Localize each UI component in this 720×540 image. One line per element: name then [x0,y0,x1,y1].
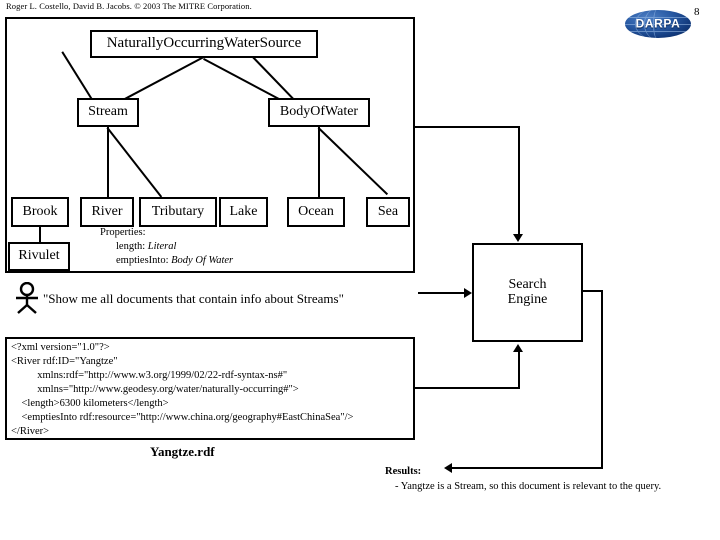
node-rivulet[interactable]: Rivulet [8,242,70,271]
node-river[interactable]: River [80,197,134,227]
results-label: Results: [385,466,422,477]
slide-canvas: Roger L. Costello, David B. Jacobs. © 20… [0,0,720,540]
edge-bodyofwater-ocean [318,127,320,197]
node-label: Ocean [298,203,334,219]
node-naturally-occurring-water-source[interactable]: NaturallyOccurringWaterSource [90,30,318,58]
xml-line: <?xml version="1.0"?> [11,342,110,353]
connector-ontology-right [415,126,520,128]
edge-brook-rivulet [39,226,41,243]
search-engine-box[interactable]: Search Engine [472,243,583,342]
connector-rdf-up [518,352,520,388]
arrowhead-query-to-search [464,288,472,298]
node-brook[interactable]: Brook [11,197,69,227]
property-value: Literal [147,240,177,252]
node-label: Brook [22,203,58,219]
connector-rdf-right [415,387,520,389]
node-lake[interactable]: Lake [219,197,268,227]
properties-block: Properties: length: Literal emptiesInto:… [100,226,233,268]
node-ocean[interactable]: Ocean [287,197,345,227]
search-engine-label-line2: Engine [507,291,548,307]
node-sea[interactable]: Sea [366,197,410,227]
node-label: BodyOfWater [279,104,359,120]
node-label: Sea [377,203,399,219]
arrowhead-rdf-to-search [513,344,523,352]
node-label: River [91,203,123,219]
node-label: Rivulet [18,248,60,264]
node-label: Stream [88,104,128,120]
xml-line: xmlns="http://www.geodesy.org/water/natu… [11,383,299,395]
connector-query-to-search [418,292,468,294]
node-stream[interactable]: Stream [77,98,139,127]
results-text: - Yangtze is a Stream, so this document … [395,481,662,492]
rdf-xml-code: <?xml version="1.0"?> <River rdf:ID="Yan… [11,341,353,439]
page-number: 8 [694,6,700,18]
properties-heading: Properties: [100,227,146,238]
node-bodyofwater[interactable]: BodyOfWater [268,98,370,127]
arrowhead-search-to-results [444,463,452,473]
property-emptiesinto: emptiesInto: Body Of Water [100,254,233,268]
connector-results-down [601,290,603,468]
copyright-credit: Roger L. Costello, David B. Jacobs. © 20… [6,1,252,11]
darpa-logo: DARPA [625,10,691,38]
stick-figure-icon [16,282,38,314]
property-name: length: [116,240,146,252]
node-label: Tributary [151,203,205,219]
xml-line: <River rdf:ID="Yangtze" [11,355,118,367]
xml-line: </River> [11,425,50,437]
rdf-document-caption: Yangtze.rdf [150,444,215,459]
node-tributary[interactable]: Tributary [139,197,217,227]
darpa-logo-text: DARPA [635,16,681,31]
arrowhead-ontology-to-search [513,234,523,242]
edge-stream-river [107,127,109,197]
xml-line: xmlns:rdf="http://www.w3.org/1999/02/22-… [11,369,288,381]
connector-ontology-down [518,126,520,236]
search-engine-label-line1: Search [508,276,547,292]
node-label: NaturallyOccurringWaterSource [106,35,302,52]
node-label: Lake [229,203,258,219]
xml-line: <emptiesInto rdf:resource="http://www.ch… [11,411,354,423]
user-query-text: "Show me all documents that contain info… [43,291,344,306]
property-value: Body Of Water [171,254,234,266]
connector-results-left [452,467,603,469]
property-name: emptiesInto: [116,254,169,266]
xml-line: <length>6300 kilometers</length> [11,397,169,409]
property-length: length: Literal [100,240,233,254]
connector-search-right [583,290,603,292]
